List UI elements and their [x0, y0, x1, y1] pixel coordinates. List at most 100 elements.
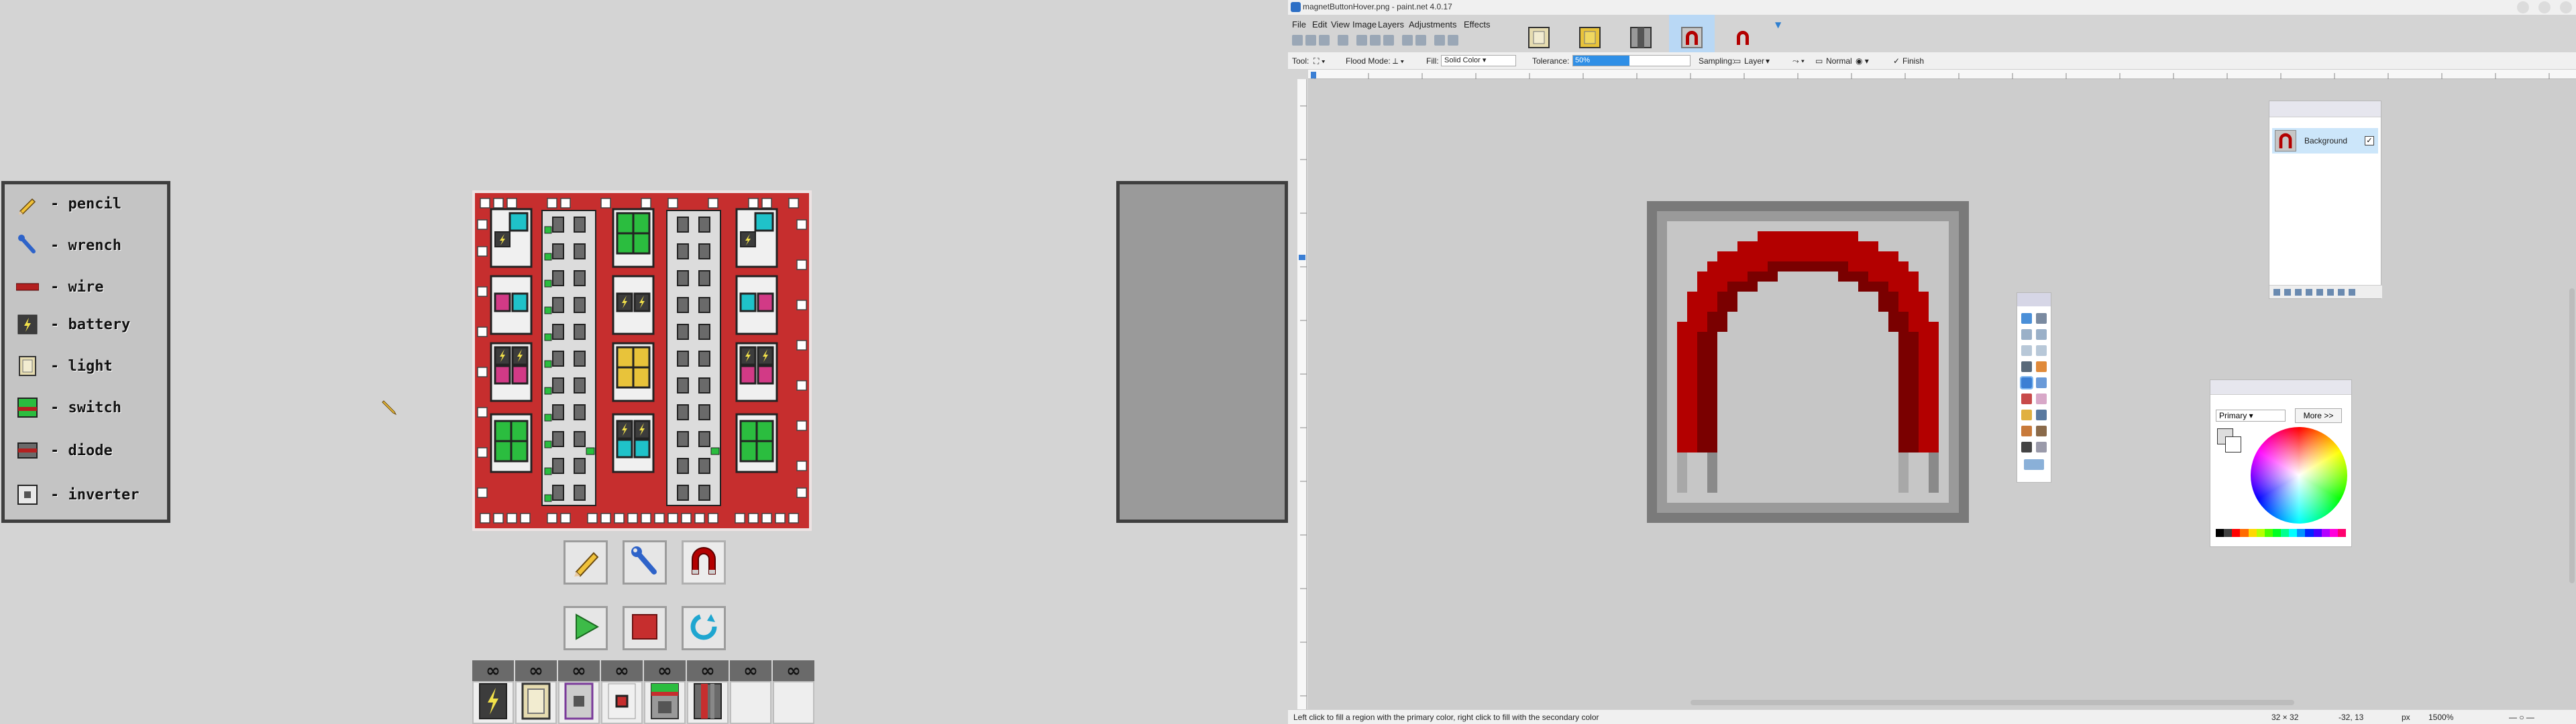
status-zoom[interactable]: 1500% [2428, 713, 2453, 722]
inventory-slot-empty-1[interactable] [730, 681, 771, 724]
recolor-tool-icon[interactable] [2036, 361, 2047, 372]
paintbrush-tool-icon[interactable] [2021, 394, 2032, 404]
circuit-board[interactable] [472, 190, 812, 531]
status-unit[interactable]: px [2402, 713, 2410, 722]
status-cursor-coords: -32, 13 [2339, 713, 2364, 722]
inventory-slot-diode[interactable] [601, 681, 643, 724]
paint-bucket-tool-icon[interactable] [2020, 376, 2033, 389]
color-picker-tool-icon[interactable] [2036, 410, 2047, 420]
circuit-grid[interactable] [475, 193, 809, 528]
legend-row-wire: - wire [14, 272, 168, 302]
inventory-slot-light[interactable] [515, 681, 557, 724]
finish-check-icon[interactable]: ✓ [1893, 56, 1900, 66]
tab-list-chevron-icon[interactable]: ▼ [1775, 20, 1781, 29]
print-icon[interactable] [1338, 35, 1348, 46]
reset-button[interactable] [682, 606, 726, 650]
flood-mode-dropdown[interactable]: ⟂ ▾ [1393, 56, 1404, 66]
sampling-layer-icon[interactable]: ▭ [1733, 56, 1741, 66]
secondary-color-swatch[interactable] [2225, 436, 2241, 452]
color-wheel[interactable] [2251, 427, 2347, 524]
blend-mode-icon[interactable]: ▭ [1815, 56, 1823, 66]
menu-adjustments[interactable]: Adjustments [1409, 19, 1457, 29]
menu-edit[interactable]: Edit [1312, 19, 1327, 29]
finish-button[interactable]: Finish [1902, 56, 1924, 66]
inverter-icon [14, 481, 41, 508]
magic-wand-tool-icon[interactable] [2036, 329, 2047, 340]
fill-select[interactable]: Solid Color ▾ [1441, 55, 1516, 66]
cut-icon[interactable] [1356, 35, 1367, 46]
fill-select-value: Solid Color [1444, 56, 1481, 64]
sampling-chevron-icon[interactable]: ▾ [1766, 56, 1770, 66]
more-button[interactable]: More >> [2295, 408, 2342, 423]
text-tool-icon[interactable] [2021, 442, 2032, 452]
zoom-tool-icon[interactable] [2021, 345, 2032, 356]
inventory-slot-switch[interactable] [644, 681, 686, 724]
eraser-tool-icon[interactable] [2036, 394, 2047, 404]
diode-icon [606, 682, 638, 723]
inventory-slot-wire[interactable] [687, 681, 729, 724]
magnet-image-canvas[interactable] [1647, 201, 1969, 523]
zoom-slider[interactable]: — ○ — [2509, 713, 2534, 722]
sampling-dropdown[interactable]: Layer [1744, 56, 1764, 66]
menu-file[interactable]: File [1292, 19, 1306, 29]
line-tool-icon[interactable] [2036, 442, 2047, 452]
gradient-tool-icon[interactable] [2036, 377, 2047, 388]
battery-icon [14, 311, 41, 338]
alpha-icon[interactable]: ◉ ▾ [1856, 56, 1869, 66]
move-selection-tool-icon[interactable] [2021, 313, 2032, 324]
open-icon[interactable] [1305, 35, 1316, 46]
redo-icon[interactable] [1415, 35, 1426, 46]
colors-window: Primary ▾ More >> [2210, 379, 2352, 547]
layer-visibility-checkbox[interactable]: ✓ [2365, 136, 2374, 145]
inventory-count-7: ∞ [730, 660, 771, 682]
color-palette[interactable] [2216, 529, 2346, 537]
close-button[interactable] [2560, 1, 2572, 13]
legend-row-wrench: - wrench [14, 230, 168, 261]
vertical-scrollbar[interactable] [2569, 288, 2575, 583]
light-on-thumb-icon [1579, 27, 1601, 48]
copy-icon[interactable] [1370, 35, 1381, 46]
paste-icon[interactable] [1383, 35, 1394, 46]
layer-row-background[interactable]: Background ✓ [2272, 128, 2378, 154]
clone-stamp-tool-icon[interactable] [2021, 426, 2032, 436]
menu-view[interactable]: View [1331, 19, 1350, 29]
legend-label-inverter: - inverter [50, 486, 140, 503]
minimize-button[interactable] [2517, 1, 2529, 13]
pencil-tool-button[interactable] [564, 540, 608, 585]
magnet-tool-button[interactable] [682, 540, 726, 585]
antialias-icon[interactable]: ⤳ ▾ [1792, 56, 1805, 66]
menu-layers[interactable]: Layers [1378, 19, 1404, 29]
light-icon [14, 353, 41, 379]
paintnet-window: magnetButtonHover.png - paint.net 4.0.17… [1288, 0, 2576, 724]
undo-icon[interactable] [1402, 35, 1413, 46]
tolerance-value: 50% [1573, 56, 1629, 66]
brush-tool-icon[interactable] [2021, 361, 2032, 372]
recolor-2-tool-icon[interactable] [2036, 426, 2047, 436]
move-pixels-tool-icon[interactable] [2036, 313, 2047, 324]
menu-image[interactable]: Image [1352, 19, 1377, 29]
maximize-button[interactable] [2538, 1, 2551, 13]
canvas-area[interactable] [1308, 79, 2576, 709]
lasso-tool-icon[interactable] [2021, 329, 2032, 340]
wrench-tool-button[interactable] [623, 540, 667, 585]
menu-effects[interactable]: Effects [1464, 19, 1491, 29]
play-button[interactable] [564, 606, 608, 650]
inventory-slot-inverter[interactable] [558, 681, 600, 724]
paint-bucket-icon[interactable]: ⛶ ▾ [1313, 56, 1326, 66]
stop-button[interactable] [623, 606, 667, 650]
pan-tool-icon[interactable] [2036, 345, 2047, 356]
deselect-icon[interactable] [1434, 35, 1445, 46]
horizontal-scrollbar[interactable] [1690, 700, 2294, 705]
tolerance-slider[interactable]: 50% [1572, 55, 1690, 66]
new-icon[interactable] [1292, 35, 1303, 46]
save-icon[interactable] [1319, 35, 1330, 46]
legend-row-switch: - switch [14, 392, 168, 423]
blend-mode-dropdown[interactable]: Normal [1826, 56, 1852, 66]
crop-icon[interactable] [1448, 35, 1458, 46]
color-mode-select[interactable]: Primary ▾ [2216, 410, 2286, 422]
inventory-slot-empty-2[interactable] [773, 681, 814, 724]
shapes-tool-icon[interactable] [2024, 459, 2044, 470]
inventory-slot-battery[interactable] [472, 681, 514, 724]
pencil-tool-icon[interactable] [2021, 410, 2032, 420]
title-bar: magnetButtonHover.png - paint.net 4.0.17 [1288, 0, 2576, 15]
